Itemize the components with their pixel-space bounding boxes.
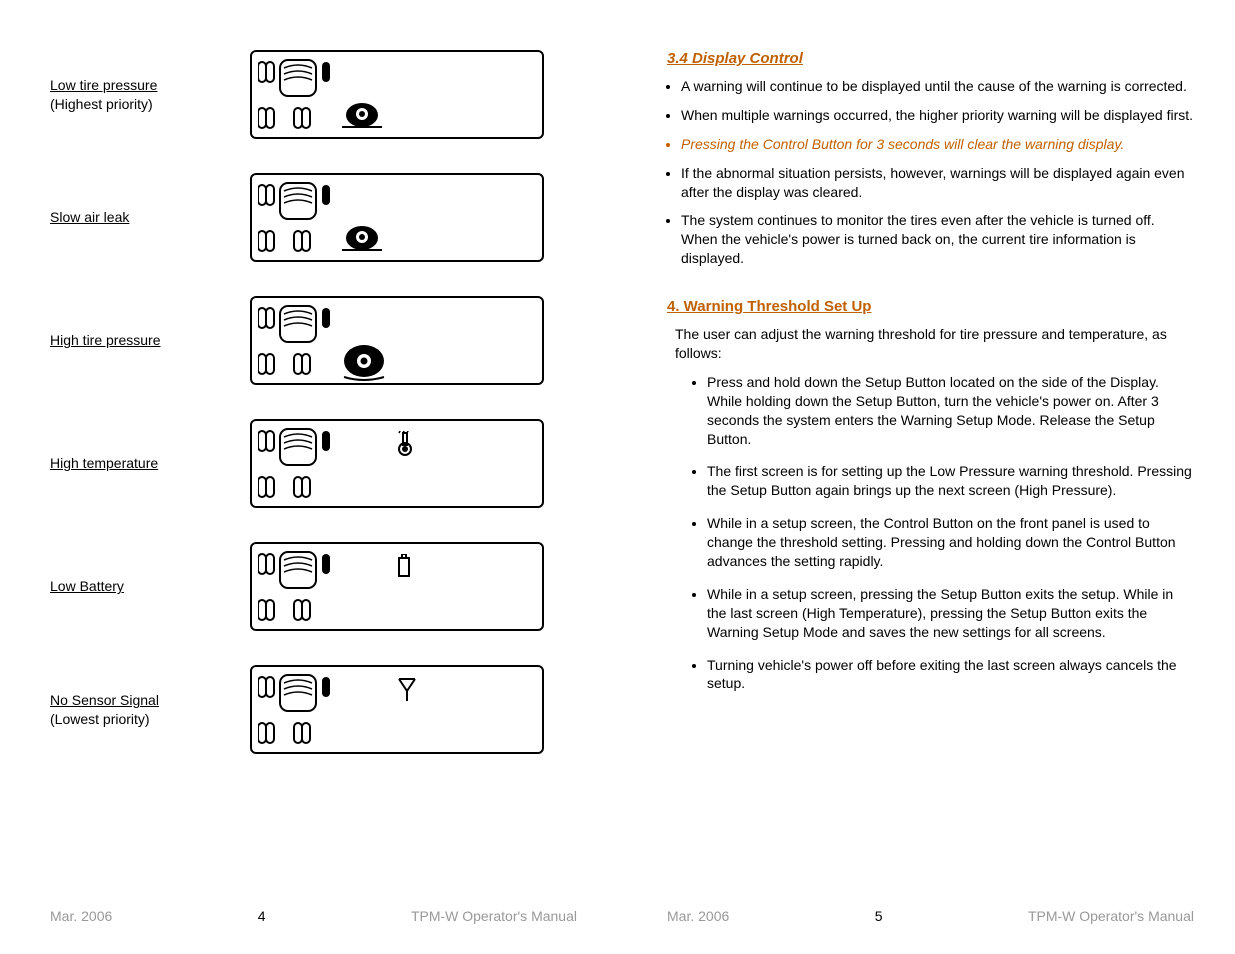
warning-label: High tire pressure <box>50 331 210 349</box>
page-4: Low tire pressure (Highest priority) Slo… <box>0 0 617 954</box>
footer-date: Mar. 2006 <box>667 908 729 924</box>
list-item: When multiple warnings occurred, the hig… <box>681 106 1194 125</box>
warning-label: Slow air leak <box>50 208 210 226</box>
car-icon <box>258 427 338 499</box>
footer-manual: TPM-W Operator's Manual <box>1028 908 1194 924</box>
warning-row: High temperature <box>50 419 577 508</box>
warning-row: Slow air leak <box>50 173 577 262</box>
footer-manual: TPM-W Operator's Manual <box>411 908 577 924</box>
display-panel <box>250 173 544 262</box>
list-item: While in a setup screen, pressing the Se… <box>707 585 1194 642</box>
car-icon <box>258 58 338 130</box>
flat-tire-icon <box>342 97 392 133</box>
footer-page-num: 4 <box>258 908 266 924</box>
thermometer-icon <box>397 431 421 459</box>
warning-row: High tire pressure <box>50 296 577 385</box>
page-footer: Mar. 2006 5 TPM-W Operator's Manual <box>667 908 1194 924</box>
display-panel <box>250 665 544 754</box>
warning-row: Low tire pressure (Highest priority) <box>50 50 577 139</box>
flat-tire-icon <box>342 220 392 256</box>
car-icon <box>258 673 338 745</box>
bullet-list-4: Press and hold down the Setup Button loc… <box>707 373 1194 693</box>
footer-date: Mar. 2006 <box>50 908 112 924</box>
warning-label: Low Battery <box>50 577 210 595</box>
list-item: The first screen is for setting up the L… <box>707 462 1194 500</box>
car-icon <box>258 181 338 253</box>
display-panel <box>250 542 544 631</box>
warning-label: High temperature <box>50 454 210 472</box>
big-tire-icon <box>342 343 392 383</box>
list-item: A warning will continue to be displayed … <box>681 77 1194 96</box>
warning-row: Low Battery <box>50 542 577 631</box>
warning-label: Low tire pressure (Highest priority) <box>50 76 210 112</box>
footer-page-num: 5 <box>875 908 883 924</box>
heading-3-4: 3.4 Display Control <box>667 50 1194 67</box>
battery-icon <box>397 554 417 580</box>
list-item: While in a setup screen, the Control But… <box>707 514 1194 571</box>
warning-label: No Sensor Signal (Lowest priority) <box>50 691 210 727</box>
list-item-highlight: Pressing the Control Button for 3 second… <box>681 135 1194 154</box>
heading-4: 4. Warning Threshold Set Up <box>667 298 1194 315</box>
page-footer: Mar. 2006 4 TPM-W Operator's Manual <box>50 908 577 924</box>
display-panel <box>250 296 544 385</box>
list-item: The system continues to monitor the tire… <box>681 211 1194 268</box>
list-item: Turning vehicle's power off before exiti… <box>707 656 1194 694</box>
car-icon <box>258 304 338 376</box>
list-item: Press and hold down the Setup Button loc… <box>707 373 1194 449</box>
car-icon <box>258 550 338 622</box>
document-spread: Low tire pressure (Highest priority) Slo… <box>0 0 1235 954</box>
warning-row: No Sensor Signal (Lowest priority) <box>50 665 577 754</box>
section-4-intro: The user can adjust the warning threshol… <box>675 325 1194 363</box>
warning-table: Low tire pressure (Highest priority) Slo… <box>50 50 577 754</box>
list-item: If the abnormal situation persists, howe… <box>681 164 1194 202</box>
bullet-list-3-4: A warning will continue to be displayed … <box>681 77 1194 268</box>
display-panel <box>250 419 544 508</box>
antenna-icon <box>397 677 421 705</box>
page-5: 3.4 Display Control A warning will conti… <box>617 0 1234 954</box>
display-panel <box>250 50 544 139</box>
